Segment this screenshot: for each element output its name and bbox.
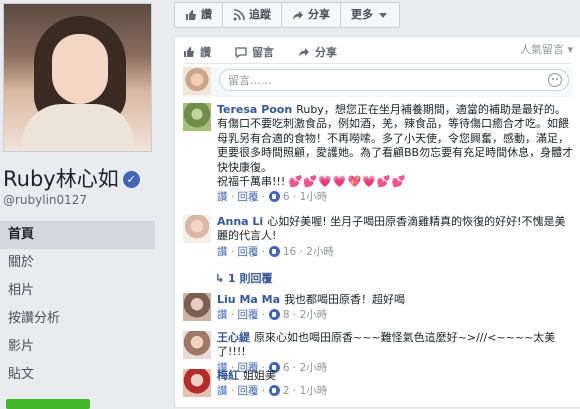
like-badge-icon — [268, 385, 280, 397]
page-more-label: 更多 — [351, 8, 373, 21]
comment-content: Teresa Poon Ruby，想您正在坐月補養期間，適當的補助是最好的。有傷口… — [217, 103, 574, 175]
avatar[interactable] — [183, 331, 211, 359]
like-badge-icon — [268, 245, 280, 257]
profile-photo[interactable] — [3, 3, 152, 152]
page-name-text[interactable]: Ruby林心如 — [3, 167, 119, 191]
nav-item-posts[interactable]: 貼文 — [0, 361, 155, 389]
comment-time[interactable]: 1小時 — [300, 191, 328, 203]
comment-content: 王心緹 原來心如也喝田原香~~~難怪氣色這麼好~>///<~~~~太美了!!!! — [217, 331, 574, 360]
comment-time[interactable]: 2小時 — [300, 309, 328, 321]
page-name[interactable]: Ruby林心如 ✓ — [3, 163, 140, 193]
main-column: 讚 追蹤 分享 更多 讚 留言 分享 人氣留言 ▾ 留言…… Teresa Po… — [167, 0, 580, 408]
share-arrow-icon — [299, 48, 309, 57]
avatar[interactable] — [183, 67, 211, 95]
nav-item-home[interactable]: 首頁 — [0, 221, 155, 249]
comment-author[interactable]: 王心緹 — [217, 331, 250, 344]
comment-like-link[interactable]: 讚 — [217, 246, 228, 258]
nav-item-likes[interactable]: 按讚分析 — [0, 305, 155, 333]
comment-actions: 讚 · 回覆 · 6 · 1小時 — [217, 191, 328, 204]
comment-input[interactable]: 留言…… — [219, 69, 569, 91]
page-follow-button[interactable]: 追蹤 — [223, 3, 282, 27]
thumbs-up-icon — [184, 47, 194, 57]
nav-item-about[interactable]: 關於 — [0, 249, 155, 277]
post-like-button[interactable]: 讚 — [183, 44, 211, 60]
page-handle[interactable]: @rubylin0127 — [3, 193, 87, 207]
comment-time[interactable]: 2小時 — [306, 246, 334, 258]
comment-like-link[interactable]: 讚 — [217, 385, 228, 397]
page-like-button[interactable]: 讚 — [175, 3, 223, 27]
comment-like-link[interactable]: 讚 — [217, 191, 228, 203]
view-replies-link[interactable]: ↳ 1 則回覆 — [215, 270, 273, 286]
view-replies-label: 1 則回覆 — [228, 272, 273, 285]
page-follow-label: 追蹤 — [249, 8, 271, 21]
page-share-button[interactable]: 分享 — [282, 3, 341, 27]
create-page-button[interactable] — [6, 399, 90, 409]
comment-content: 梅紅 姐姐美 — [217, 369, 574, 383]
comment-author[interactable]: Teresa Poon — [217, 103, 292, 116]
comment-author[interactable]: 梅紅 — [217, 369, 239, 382]
comment-reply-link[interactable]: 回覆 — [238, 309, 259, 321]
comment-reply-link[interactable]: 回覆 — [238, 246, 259, 258]
comment-sort-label: 人氣留言 — [519, 43, 564, 56]
comment-like-count[interactable]: 8 — [283, 309, 290, 321]
thumbs-up-icon — [186, 10, 196, 20]
comment-reply-link[interactable]: 回覆 — [238, 385, 259, 397]
comment-closing: 祝福千萬串!!! — [217, 175, 286, 189]
comment-actions: 讚 · 回覆 · 16 · 2小時 — [217, 245, 334, 258]
avatar[interactable] — [183, 103, 211, 131]
post-comment-button[interactable]: 留言 — [235, 44, 274, 60]
heart-emoji-icon: 💕💕💗💗💖💗💕💕 — [288, 175, 407, 189]
comment-like-link[interactable]: 讚 — [217, 309, 228, 321]
post-like-label: 讚 — [200, 46, 211, 59]
comment-author[interactable]: Anna Li — [217, 215, 263, 228]
comment-input-placeholder: 留言…… — [228, 74, 272, 87]
like-badge-icon — [268, 309, 280, 321]
comment-bubble-icon — [235, 47, 247, 58]
page-share-label: 分享 — [308, 8, 330, 21]
post-comment-label: 留言 — [252, 46, 274, 59]
comment-text-tail: 祝福千萬串!!! 💕💕💗💗💖💗💕💕 — [217, 175, 574, 189]
comment-content: Liu Ma Ma 我也都喝田原香！超好喝 — [217, 293, 574, 307]
post-share-label: 分享 — [315, 46, 337, 59]
caret-down-icon — [379, 13, 387, 18]
comment-compose: 留言…… — [183, 67, 573, 97]
post-share-button[interactable]: 分享 — [298, 44, 337, 60]
left-column: Ruby林心如 ✓ @rubylin0127 首頁 關於 相片 按讚分析 影片 貼… — [0, 0, 155, 409]
comment-like-count[interactable]: 6 — [283, 191, 290, 203]
comment-time[interactable]: 1小時 — [300, 385, 328, 397]
nav-item-videos[interactable]: 影片 — [0, 333, 155, 361]
page-like-label: 讚 — [201, 8, 212, 21]
post-comments-card: 讚 留言 分享 人氣留言 ▾ 留言…… Teresa Poon Ruby，想您正… — [174, 36, 580, 408]
comment-sort-dropdown[interactable]: 人氣留言 ▾ — [520, 41, 573, 57]
comment-reply-link[interactable]: 回覆 — [238, 191, 259, 203]
verified-badge-icon: ✓ — [122, 171, 140, 188]
comment-like-count[interactable]: 2 — [283, 385, 290, 397]
comment-text: 我也都喝田原香！超好喝 — [284, 293, 406, 306]
comment-text: 心如好美喔! 坐月子喝田原香滴雞精真的恢復的好好!不愧是美麗的代言人! — [217, 215, 566, 243]
share-arrow-icon — [293, 11, 303, 20]
page-more-button[interactable]: 更多 — [341, 3, 399, 27]
reply-arrow-icon: ↳ — [215, 272, 229, 285]
avatar[interactable] — [183, 215, 211, 243]
emoji-icon[interactable] — [548, 73, 562, 87]
comment-actions: 讚 · 回覆 · 8 · 2小時 — [217, 309, 328, 322]
like-badge-icon — [268, 191, 280, 203]
avatar[interactable] — [183, 369, 211, 397]
comment-text: 原來心如也喝田原香~~~難怪氣色這麼好~>///<~~~~太美了!!!! — [217, 331, 556, 359]
comment-like-count[interactable]: 16 — [283, 246, 296, 258]
avatar[interactable] — [183, 293, 211, 321]
comment-content: Anna Li 心如好美喔! 坐月子喝田原香滴雞精真的恢復的好好!不愧是美麗的代言… — [217, 215, 574, 244]
comment-actions: 讚 · 回覆 · 2 · 1小時 — [217, 385, 328, 398]
comment-author[interactable]: Liu Ma Ma — [217, 293, 280, 306]
comment-text: 姐姐美 — [243, 369, 276, 382]
post-action-bar: 讚 留言 分享 — [183, 41, 571, 64]
page-action-bar: 讚 追蹤 分享 更多 — [174, 2, 400, 28]
page-nav: 首頁 關於 相片 按讚分析 影片 貼文 — [0, 221, 155, 389]
rss-icon — [233, 9, 245, 21]
nav-item-photos[interactable]: 相片 — [0, 277, 155, 305]
